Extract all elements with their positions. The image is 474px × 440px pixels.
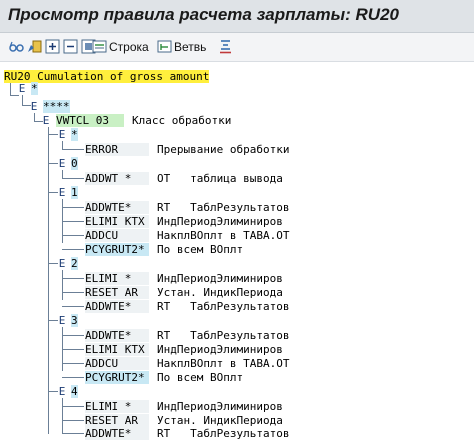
operation-node[interactable]: RESET AR — [85, 286, 149, 299]
node-expander[interactable]: E — [30, 100, 38, 113]
operation-node[interactable]: PCYGRUT2* — [85, 371, 149, 384]
operation-description: ИндПериодЭлиминиров — [157, 400, 283, 413]
node-expander[interactable]: E — [58, 314, 66, 327]
collapse-icon[interactable] — [63, 39, 78, 54]
window-title: Просмотр правила расчета зарплаты: RU20 — [8, 5, 399, 24]
operation-description: ИндПериодЭлиминиров — [157, 215, 283, 228]
operation-description: По всем ВОплт — [157, 243, 244, 256]
operation-description: Класс обработки — [132, 114, 232, 127]
operation-description: ОТ таблица вывода — [157, 172, 283, 185]
operation-node[interactable]: ADDWTE* — [85, 300, 149, 313]
operation-node[interactable]: ELIMI * — [85, 400, 149, 413]
title-bar: Просмотр правила расчета зарплаты: RU20 — [0, 0, 474, 33]
glasses-icon[interactable] — [9, 39, 24, 54]
branch-icon[interactable] — [157, 39, 172, 54]
tree-group-node[interactable]: 1 — [71, 186, 78, 199]
branch-button-label[interactable]: Ветвь — [174, 40, 206, 54]
operation-description: НакплВОплт в ТАВА.ОТ — [157, 229, 290, 242]
tree-group-node[interactable]: 3 — [71, 314, 78, 327]
expand-icon[interactable] — [45, 39, 60, 54]
operation-node[interactable]: ELIMI KTX — [85, 215, 149, 228]
operation-description: Устан. ИндикПериода — [157, 286, 283, 299]
row-icon[interactable] — [92, 39, 107, 54]
node-expander[interactable]: E — [58, 257, 66, 270]
rule-tree: RU20 Cumulation of gross amount E * E **… — [0, 62, 474, 440]
change-icon[interactable] — [27, 39, 42, 54]
operation-node[interactable]: ADDWT * — [85, 172, 149, 185]
operation-description: RT ТаблРезультатов — [157, 329, 290, 342]
operation-node[interactable]: RESET AR — [85, 414, 149, 427]
operation-node[interactable]: ADDCU — [85, 357, 149, 370]
operation-node[interactable]: PCYGRUT2* — [85, 243, 149, 256]
application-toolbar: Строка Ветвь — [0, 33, 474, 62]
tree-group-node[interactable]: * — [71, 128, 78, 141]
operation-node[interactable]: ELIMI * — [85, 272, 149, 285]
node-expander[interactable]: E — [58, 186, 66, 199]
tree-group-node[interactable]: 2 — [71, 257, 78, 270]
tree-node-level1[interactable]: * — [31, 82, 38, 95]
node-expander[interactable]: E — [58, 128, 66, 141]
operation-description: ИндПериодЭлиминиров — [157, 343, 283, 356]
row-button-label[interactable]: Строка — [109, 40, 149, 54]
node-expander[interactable]: E — [58, 157, 66, 170]
operation-node[interactable]: VWTCL 03 — [56, 114, 124, 127]
tree-group-node[interactable]: 0 — [71, 157, 78, 170]
operation-description: По всем ВОплт — [157, 371, 244, 384]
operation-node[interactable]: ADDCU — [85, 229, 149, 242]
operation-description: RT ТаблРезультатов — [157, 201, 290, 214]
operation-description: НакплВОплт в ТАВА.ОТ — [157, 357, 290, 370]
node-expander[interactable]: E — [18, 82, 26, 95]
node-expander[interactable]: E — [42, 114, 50, 127]
operation-description: ИндПериодЭлиминиров — [157, 272, 283, 285]
tree-group-node[interactable]: 4 — [71, 385, 78, 398]
hierarchy-icon[interactable] — [218, 39, 233, 54]
operation-description: RT ТаблРезультатов — [157, 300, 290, 313]
operation-node[interactable]: ERROR — [85, 143, 149, 156]
operation-description: Устан. ИндикПериода — [157, 414, 283, 427]
operation-description: Прерывание обработки — [157, 143, 290, 156]
tree-node-level2[interactable]: **** — [43, 100, 70, 113]
operation-node[interactable]: ELIMI KTX — [85, 343, 149, 356]
operation-node[interactable]: ADDWTE* — [85, 329, 149, 342]
operation-node[interactable]: ADDWTE* — [85, 201, 149, 214]
node-expander[interactable]: E — [58, 385, 66, 398]
